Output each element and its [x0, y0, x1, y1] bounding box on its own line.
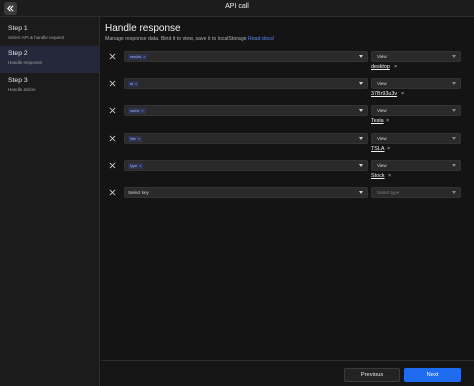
chevron-down-icon [452, 109, 456, 112]
next-button[interactable]: Next [404, 368, 461, 382]
view-type-label: View [377, 108, 387, 113]
chevron-down-icon [359, 164, 363, 167]
clear-value-icon[interactable]: × [388, 173, 391, 180]
key-select[interactable]: Select key [124, 187, 368, 198]
response-row: results × View desktop × [101, 51, 474, 77]
step-title: Step 3 [8, 77, 28, 84]
key-select-placeholder: Select key [128, 190, 149, 195]
key-chip-label: results [130, 55, 142, 59]
value-preview[interactable]: TSLA [371, 146, 384, 153]
footer-bar: Previous Next [101, 360, 474, 386]
chip-remove-icon[interactable]: × [139, 163, 141, 169]
chevron-down-icon [452, 164, 456, 167]
key-chip-label: id [130, 82, 133, 86]
step-subtitle: Handle response [8, 59, 43, 65]
chip-remove-icon[interactable]: × [142, 108, 144, 114]
value-preview[interactable]: Tesla [371, 118, 384, 125]
chip-remove-icon[interactable]: × [143, 54, 145, 60]
view-type-label: View [377, 136, 387, 141]
steps-sidebar: Step 1 Select API & handle request Step … [0, 17, 100, 386]
clear-value-icon[interactable]: × [401, 91, 404, 98]
key-chip-label: type [130, 164, 138, 168]
key-chip-label: title [130, 137, 136, 141]
sidebar-step-2[interactable]: Step 2 Handle response [0, 46, 100, 73]
view-type-select[interactable]: View [371, 78, 461, 89]
new-response-row: Select key Select type [101, 187, 474, 213]
key-chip: name × [128, 108, 146, 114]
page-subtitle: Manage response data. Bind it to view, s… [105, 36, 274, 42]
close-icon[interactable] [109, 107, 116, 114]
close-icon[interactable] [109, 162, 116, 169]
value-preview[interactable]: desktop [371, 64, 390, 71]
chevron-down-icon [359, 137, 363, 140]
main-panel: Handle response Manage response data. Bi… [101, 17, 474, 386]
sidebar-step-1[interactable]: Step 1 Select API & handle request [0, 21, 100, 48]
response-row: id × View 37Br93u3v × [101, 78, 474, 104]
view-type-label: View [377, 81, 387, 86]
sidebar-step-3[interactable]: Step 3 Handle action [0, 73, 100, 100]
chip-remove-icon[interactable]: × [138, 136, 140, 142]
response-row: name × View Tesla × [101, 105, 474, 131]
key-select[interactable]: id × [124, 78, 368, 89]
value-preview[interactable]: Stock [371, 173, 384, 180]
close-icon[interactable] [109, 189, 116, 196]
chevron-down-icon [359, 82, 363, 85]
chevron-down-icon [359, 191, 363, 194]
key-chip: type × [128, 163, 144, 169]
close-icon[interactable] [109, 135, 116, 142]
step-title: Step 1 [8, 25, 28, 32]
chevron-down-icon [359, 55, 363, 58]
read-docs-link[interactable]: Read docs! [248, 36, 274, 42]
top-bar: API call [0, 0, 474, 17]
key-chip: title × [128, 136, 143, 142]
value-preview[interactable]: 37Br93u3v [371, 91, 397, 98]
view-type-select[interactable]: View [371, 105, 461, 116]
chip-remove-icon[interactable]: × [135, 81, 137, 87]
response-row: type × View Stock × [101, 160, 474, 186]
clear-value-icon[interactable]: × [386, 118, 389, 125]
window-title: API call [225, 3, 249, 10]
chevron-down-icon [452, 191, 456, 194]
key-select[interactable]: type × [124, 160, 368, 171]
chevron-down-icon [452, 82, 456, 85]
response-row: title × View TSLA × [101, 133, 474, 159]
close-icon[interactable] [109, 53, 116, 60]
page-title: Handle response [105, 23, 181, 34]
chevron-down-icon [452, 137, 456, 140]
clear-value-icon[interactable]: × [394, 64, 397, 71]
chevron-down-icon [452, 55, 456, 58]
key-select[interactable]: name × [124, 105, 368, 116]
view-type-select[interactable]: View [371, 51, 461, 62]
previous-button[interactable]: Previous [344, 368, 400, 382]
key-chip: results × [128, 54, 148, 60]
step-subtitle: Handle action [8, 86, 36, 92]
key-select[interactable]: results × [124, 51, 368, 62]
key-select[interactable]: title × [124, 133, 368, 144]
view-type-select[interactable]: View [371, 160, 461, 171]
key-chip-label: name [130, 109, 140, 113]
view-type-select[interactable]: View [371, 133, 461, 144]
step-title: Step 2 [8, 50, 28, 57]
view-type-label: View [377, 163, 387, 168]
close-icon[interactable] [109, 80, 116, 87]
subtitle-text: Manage response data. Bind it to view, s… [105, 36, 247, 42]
chevron-down-icon [359, 109, 363, 112]
view-type-label: View [377, 54, 387, 59]
type-select-placeholder: Select type [377, 190, 400, 195]
step-subtitle: Select API & handle request [8, 34, 65, 40]
key-chip: id × [128, 81, 140, 87]
clear-value-icon[interactable]: × [387, 146, 390, 153]
type-select[interactable]: Select type [371, 187, 461, 198]
